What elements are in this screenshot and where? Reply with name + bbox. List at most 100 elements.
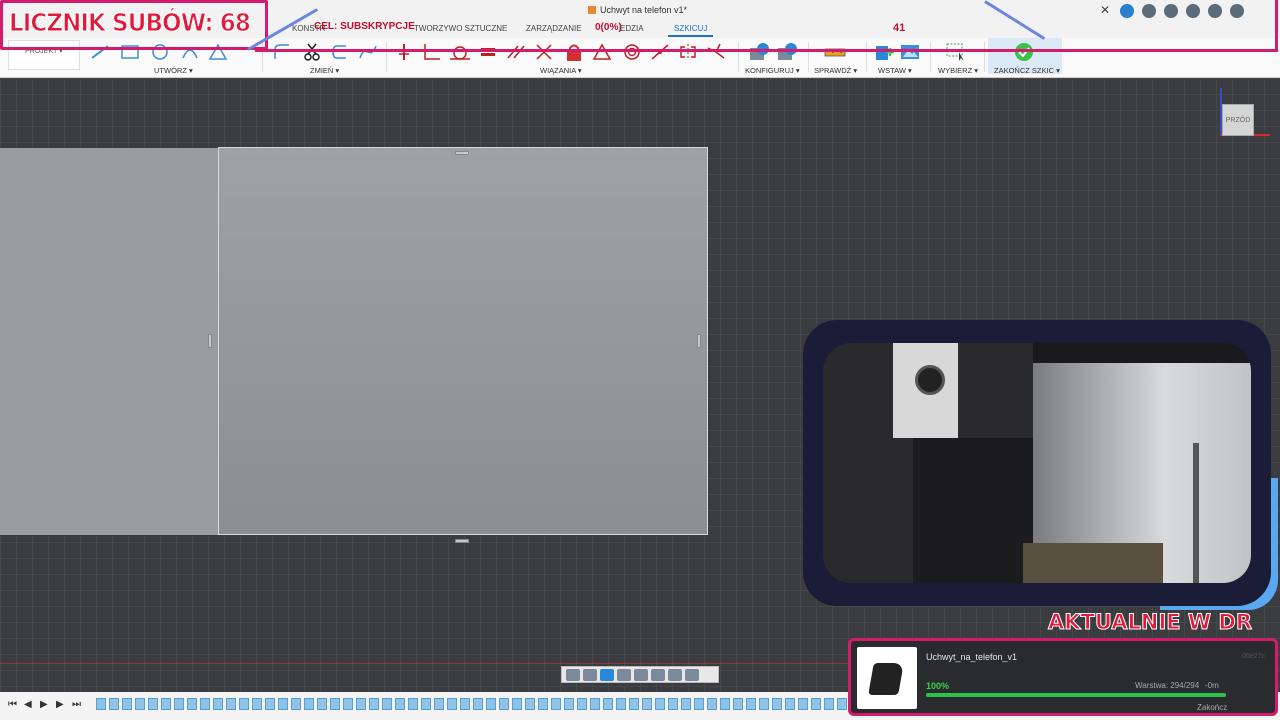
- timeline-feature-icon[interactable]: [694, 698, 704, 710]
- timeline-feature-icon[interactable]: [707, 698, 717, 710]
- timeline-feature-icon[interactable]: [577, 698, 587, 710]
- timeline-feature-icon[interactable]: [642, 698, 652, 710]
- print-file-name: Uchwyt_na_telefon_v1: [926, 652, 1018, 662]
- timeline-feature-icon[interactable]: [616, 698, 626, 710]
- timeline-feature-icon[interactable]: [772, 698, 782, 710]
- timeline-feature-icon[interactable]: [811, 698, 821, 710]
- timeline-feature-icon[interactable]: [343, 698, 353, 710]
- timeline-feature-icon[interactable]: [551, 698, 561, 710]
- timeline-feature-icon[interactable]: [291, 698, 301, 710]
- timeline-feature-icon[interactable]: [564, 698, 574, 710]
- resize-handle-bottom[interactable]: [455, 539, 469, 543]
- timeline-feature-icon[interactable]: [109, 698, 119, 710]
- timeline-feature-icon[interactable]: [200, 698, 210, 710]
- timeline-feature-icon[interactable]: [824, 698, 834, 710]
- timeline-feature-icon[interactable]: [395, 698, 405, 710]
- timeline-feature-icon[interactable]: [759, 698, 769, 710]
- group-zakoncz-szkic[interactable]: ZAKOŃCZ SZKIC ▾: [994, 66, 1060, 75]
- viewports-icon[interactable]: [685, 669, 699, 681]
- goal-count: 0(0%): [595, 22, 622, 33]
- display-settings-icon[interactable]: [651, 669, 665, 681]
- group-sprawdz[interactable]: SPRAWDŹ ▾: [814, 66, 857, 75]
- timeline-feature-icon[interactable]: [681, 698, 691, 710]
- group-wstaw[interactable]: WSTAW ▾: [878, 66, 912, 75]
- zoom-icon[interactable]: [617, 669, 631, 681]
- timeline-feature-icon[interactable]: [330, 698, 340, 710]
- timeline-feature-icon[interactable]: [629, 698, 639, 710]
- orbit-icon[interactable]: [566, 669, 580, 681]
- timeline-feature-icon[interactable]: [512, 698, 522, 710]
- timeline-feature-icon[interactable]: [213, 698, 223, 710]
- timeline-feature-icon[interactable]: [460, 698, 470, 710]
- group-zmien[interactable]: ZMIEŃ ▾: [310, 66, 339, 75]
- sketch-profile-main[interactable]: [218, 147, 708, 535]
- timeline-feature-icon[interactable]: [174, 698, 184, 710]
- timeline-feature-icon[interactable]: [434, 698, 444, 710]
- timeline-feature-icon[interactable]: [538, 698, 548, 710]
- timeline-feature-icon[interactable]: [148, 698, 158, 710]
- timeline-feature-icon[interactable]: [525, 698, 535, 710]
- timeline-feature-icon[interactable]: [733, 698, 743, 710]
- timeline-feature-icon[interactable]: [226, 698, 236, 710]
- timeline-feature-icon[interactable]: [122, 698, 132, 710]
- viewcube[interactable]: PRZÓD: [1222, 104, 1254, 136]
- timeline-feature-icon[interactable]: [655, 698, 665, 710]
- timeline-play-icon[interactable]: ▶: [40, 699, 48, 710]
- goal-label: CEL: SUBSKRYPCJE: [314, 21, 415, 32]
- printer-fan: [915, 365, 945, 395]
- print-thumbnail: [857, 647, 917, 709]
- timeline-feature-icon[interactable]: [382, 698, 392, 710]
- print-finish-label: Zakończ: [1197, 703, 1228, 712]
- timeline-feature-icon[interactable]: [278, 698, 288, 710]
- timeline-forward-icon[interactable]: ▶: [56, 699, 64, 710]
- timeline-feature-icon[interactable]: [720, 698, 730, 710]
- group-utworz[interactable]: UTWÓRZ ▾: [154, 66, 193, 75]
- fit-icon[interactable]: [634, 669, 648, 681]
- timeline-back-icon[interactable]: ◀: [24, 699, 32, 710]
- pan-hand-icon[interactable]: [600, 669, 614, 681]
- timeline-feature-icon[interactable]: [265, 698, 275, 710]
- timeline-feature-icon[interactable]: [785, 698, 795, 710]
- timeline-feature-icon[interactable]: [798, 698, 808, 710]
- timeline-feature-icon[interactable]: [252, 698, 262, 710]
- print-progress-bar: [926, 693, 1226, 697]
- timeline-feature-icon[interactable]: [304, 698, 314, 710]
- now-printing-banner: AKTUALNIE W DR: [1047, 610, 1253, 635]
- group-wiazania[interactable]: WIĄZANIA ▾: [540, 66, 582, 75]
- group-wybierz[interactable]: WYBIERZ ▾: [938, 66, 978, 75]
- grid-settings-icon[interactable]: [668, 669, 682, 681]
- resize-handle-left[interactable]: [208, 334, 212, 348]
- resize-handle-top[interactable]: [455, 151, 469, 155]
- sketch-profile-left[interactable]: [0, 148, 218, 535]
- print-time-remaining: -0m: [1205, 681, 1219, 690]
- timeline-feature-icon[interactable]: [746, 698, 756, 710]
- print-percent: 100%: [926, 681, 950, 691]
- timeline-feature-icon[interactable]: [187, 698, 197, 710]
- timeline-feature-icon[interactable]: [421, 698, 431, 710]
- timeline-feature-icon[interactable]: [356, 698, 366, 710]
- timeline-feature-icon[interactable]: [499, 698, 509, 710]
- timeline-feature-icon[interactable]: [408, 698, 418, 710]
- timeline-feature-icon[interactable]: [369, 698, 379, 710]
- timeline-feature-icon[interactable]: [239, 698, 249, 710]
- timeline-feature-icon[interactable]: [837, 698, 847, 710]
- timeline-feature-icon[interactable]: [668, 698, 678, 710]
- timeline-start-icon[interactable]: ⏮: [8, 699, 17, 710]
- sub-counter-text: LICZNIK SUBÓW: 68: [9, 8, 252, 38]
- timeline-feature-icon[interactable]: [96, 698, 106, 710]
- timeline-feature-icon[interactable]: [161, 698, 171, 710]
- look-at-icon[interactable]: [583, 669, 597, 681]
- webcam-feed: [823, 343, 1251, 583]
- timeline-end-icon[interactable]: ⏭: [72, 699, 81, 710]
- timeline-feature-icon[interactable]: [317, 698, 327, 710]
- timeline-feature-icon[interactable]: [135, 698, 145, 710]
- timeline-feature-icon[interactable]: [447, 698, 457, 710]
- print-id: 00e27c: [1242, 653, 1265, 660]
- timeline-feature-icon[interactable]: [473, 698, 483, 710]
- print-progress-fill: [926, 693, 1226, 697]
- resize-handle-right[interactable]: [697, 334, 701, 348]
- group-konfiguruj[interactable]: KONFIGURUJ ▾: [745, 66, 800, 75]
- timeline-feature-icon[interactable]: [590, 698, 600, 710]
- timeline-feature-icon[interactable]: [486, 698, 496, 710]
- timeline-feature-icon[interactable]: [603, 698, 613, 710]
